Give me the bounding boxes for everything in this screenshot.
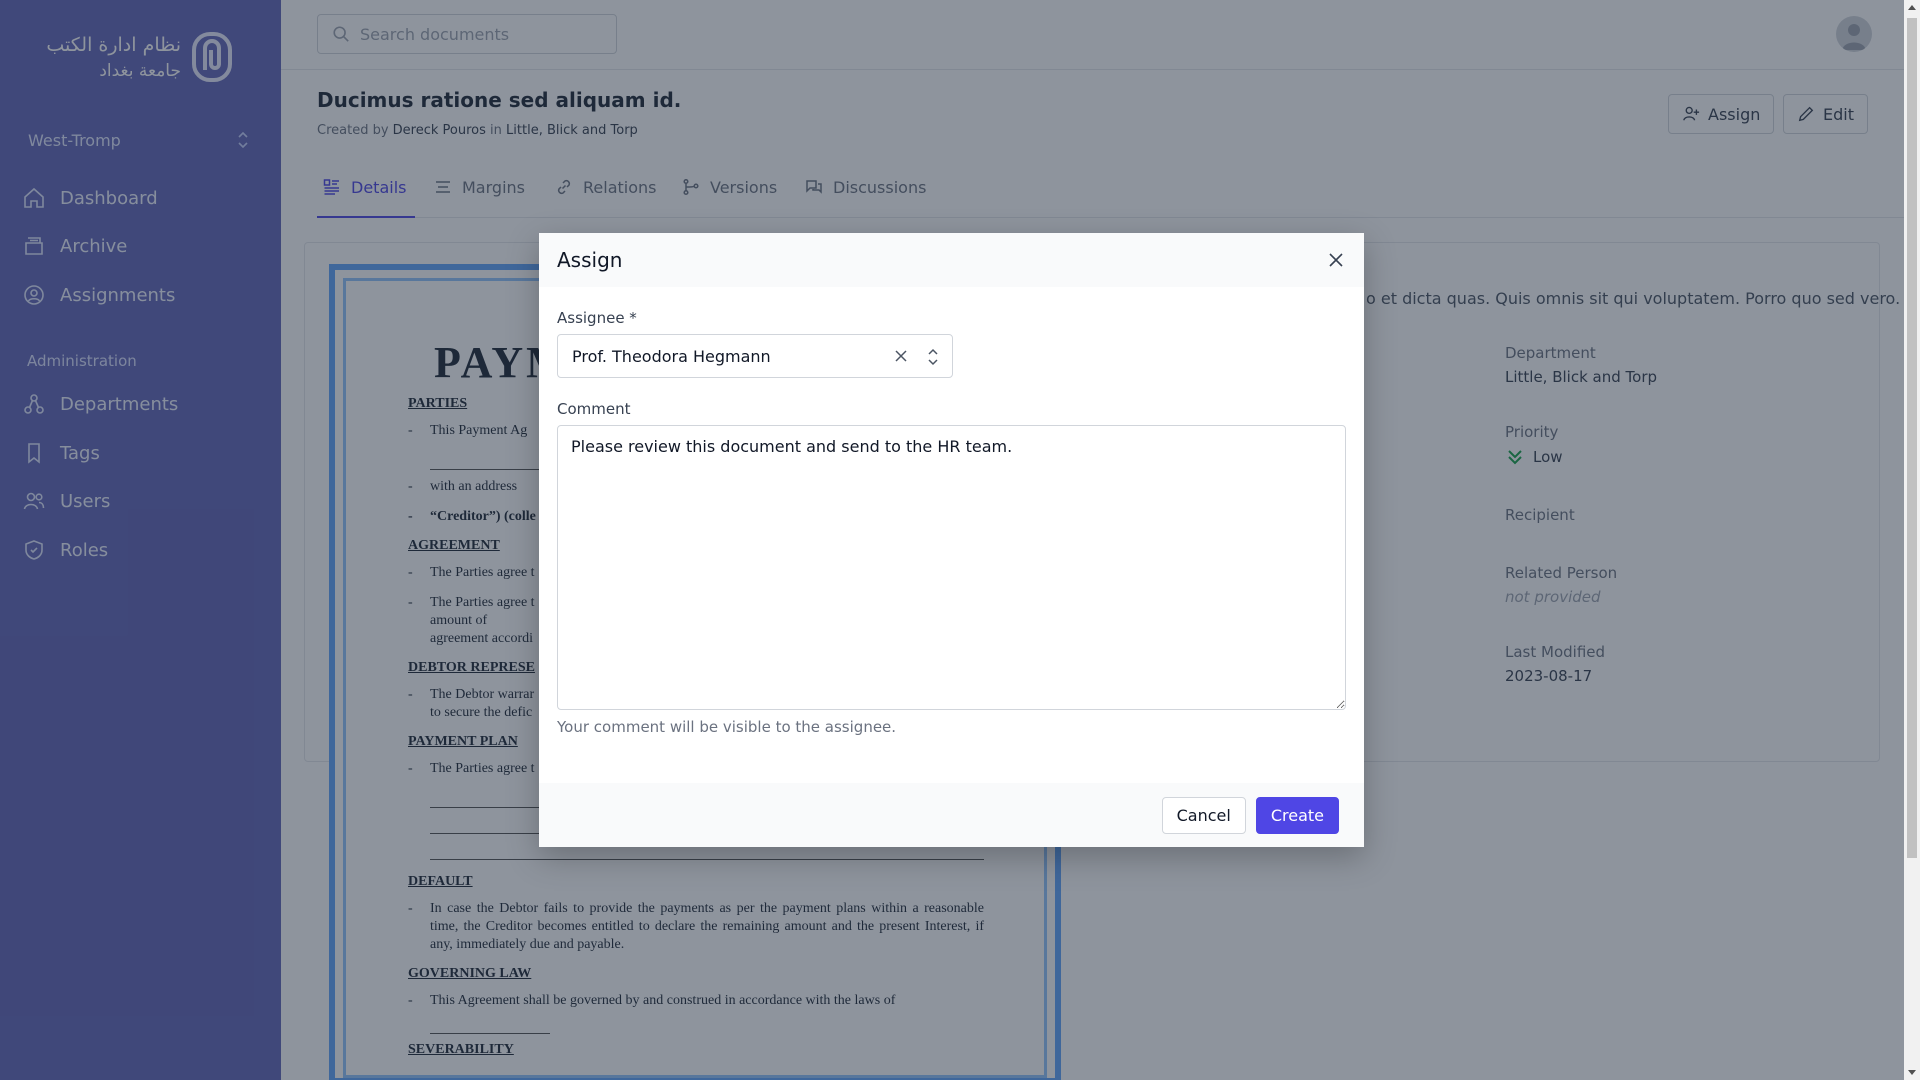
page-scrollbar[interactable] bbox=[1904, 0, 1920, 1080]
dialog-header: Assign bbox=[539, 233, 1364, 287]
assign-dialog: Assign Assignee * Prof. Theodora Hegmann… bbox=[539, 233, 1364, 847]
assignee-label: Assignee * bbox=[557, 309, 637, 327]
comment-hint: Your comment will be visible to the assi… bbox=[557, 718, 897, 736]
dialog-body: Assignee * Prof. Theodora Hegmann Commen… bbox=[539, 287, 1364, 736]
dialog-title: Assign bbox=[557, 248, 623, 272]
assignee-value: Prof. Theodora Hegmann bbox=[572, 346, 771, 366]
cancel-button[interactable]: Cancel bbox=[1161, 796, 1246, 834]
scroll-thumb[interactable] bbox=[1907, 18, 1917, 858]
close-icon[interactable] bbox=[1326, 250, 1346, 270]
assignee-select[interactable]: Prof. Theodora Hegmann bbox=[557, 334, 953, 378]
clear-icon[interactable] bbox=[892, 347, 910, 365]
scroll-down-arrow[interactable] bbox=[1908, 1070, 1916, 1075]
create-button[interactable]: Create bbox=[1255, 796, 1339, 834]
scroll-up-arrow[interactable] bbox=[1908, 5, 1916, 10]
comment-textarea[interactable]: Please review this document and send to … bbox=[557, 425, 1346, 710]
dialog-footer: Cancel Create bbox=[539, 783, 1364, 847]
chevron-up-down-icon bbox=[928, 348, 938, 366]
comment-label: Comment bbox=[557, 400, 631, 418]
